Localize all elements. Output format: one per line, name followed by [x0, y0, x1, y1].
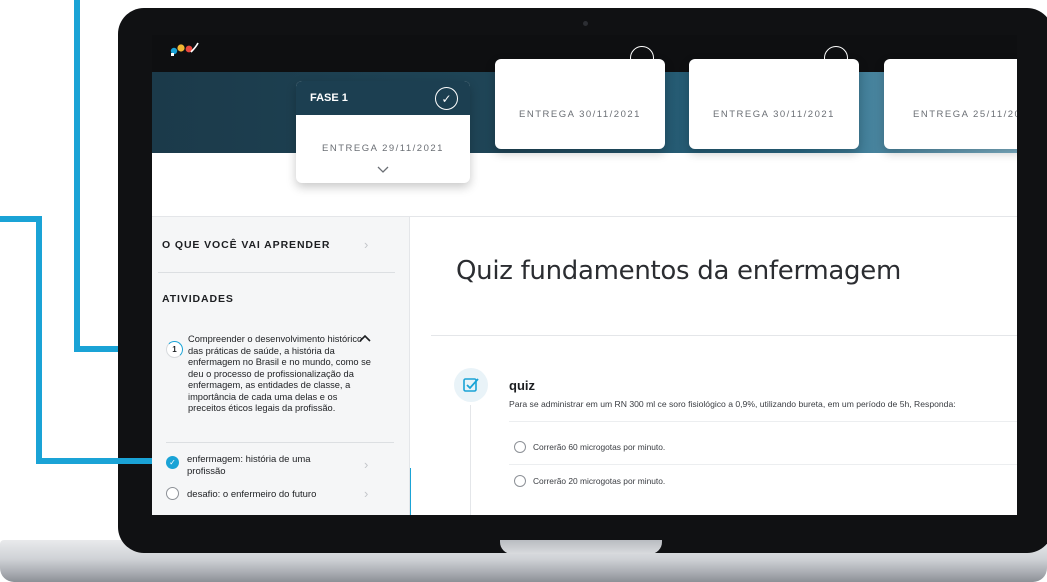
checkbox-edit-icon [463, 378, 479, 392]
page-title: Quiz fundamentos da enfermagem [456, 256, 901, 286]
callout-line-mid-vertical [36, 216, 42, 464]
activity-status-radio [166, 487, 179, 500]
option-radio[interactable] [514, 441, 526, 453]
module-number-badge: 1 [166, 341, 183, 358]
marketing-stage: ENTREGA 30/11/2021 ENTREGA 30/11/2021 EN… [0, 0, 1047, 582]
module-divider [166, 442, 394, 443]
quiz-question: Para se administrar em um RN 300 ml ce s… [509, 399, 956, 409]
callout-line-top-vertical [74, 0, 80, 352]
phase-date: ENTREGA 25/11/2021 [913, 109, 1017, 120]
phase-card-4[interactable]: ENTREGA 25/11/2021 [884, 59, 1017, 149]
activities-heading: ATIVIDADES [162, 293, 234, 305]
phase-date: ENTREGA 30/11/2021 [519, 109, 641, 120]
option-label[interactable]: Correrão 20 microgotas por minuto. [533, 476, 665, 486]
chevron-down-icon[interactable] [376, 164, 390, 174]
chevron-up-icon[interactable] [358, 333, 372, 343]
chevron-right-icon[interactable]: › [364, 457, 368, 472]
phase-card-3[interactable]: ENTREGA 30/11/2021 [689, 46, 859, 149]
phase-date: ENTREGA 30/11/2021 [713, 109, 835, 120]
quiz-label: quiz [509, 378, 535, 393]
phase-date: ENTREGA 29/11/2021 [322, 143, 444, 154]
app-screen: ENTREGA 30/11/2021 ENTREGA 30/11/2021 EN… [152, 35, 1017, 515]
option-label[interactable]: Correrão 60 microgotas por minuto. [533, 442, 665, 452]
activity-item-challenge[interactable]: desafio: o enfermeiro do futuro [187, 489, 357, 501]
callout-line-mid-horizontal-bottom [36, 458, 170, 464]
laptop-notch [500, 540, 662, 554]
chevron-right-icon[interactable]: › [364, 237, 368, 252]
phase-status-icon [630, 46, 654, 70]
quiz-timeline-line [470, 405, 471, 515]
quiz-icon-badge [454, 368, 488, 402]
phase-title: FASE 1 [310, 92, 348, 104]
check-circle-icon: ✓ [435, 87, 458, 110]
learn-section-link[interactable]: O QUE VOCÊ VAI APRENDER [162, 239, 330, 251]
quiz-content: Quiz fundamentos da enfermagem quiz Para… [411, 217, 1017, 515]
sidebar-divider [158, 272, 395, 273]
activity-item-history[interactable]: enfermagem: história de uma profissão [187, 454, 327, 477]
content-divider [431, 335, 1017, 336]
chevron-right-icon[interactable]: › [364, 486, 368, 501]
phase-card-1-active[interactable]: FASE 1 ✓ ENTREGA 29/11/2021 [296, 81, 470, 183]
option-divider [509, 464, 1017, 465]
laptop-camera [583, 21, 588, 26]
phase-status-icon [824, 46, 848, 70]
phase-card-2[interactable]: ENTREGA 30/11/2021 [495, 46, 665, 149]
brand-logo-icon [170, 42, 199, 56]
check-badge-icon: ✓ [166, 456, 179, 469]
activities-sidebar: O QUE VOCÊ VAI APRENDER › ATIVIDADES 1 C… [152, 217, 410, 515]
phase-card-header: FASE 1 ✓ [296, 81, 470, 115]
option-radio[interactable] [514, 475, 526, 487]
module-description: Compreender o desenvolvimento histórico … [188, 334, 371, 413]
option-divider [509, 421, 1017, 422]
